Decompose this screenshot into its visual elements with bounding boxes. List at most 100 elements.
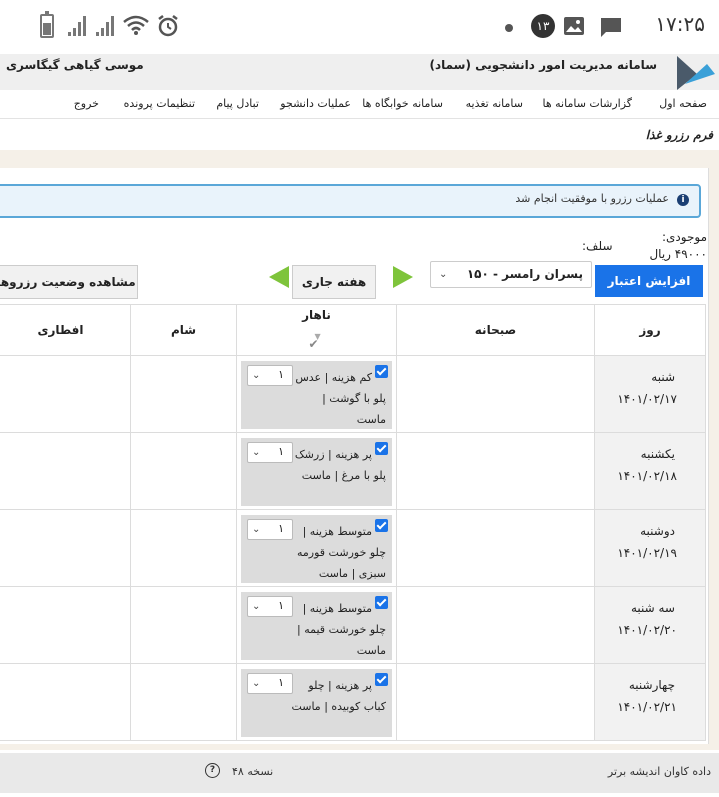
iftar-cell <box>0 355 131 433</box>
lunch-food: متوسط هزینه | چلو خورشت قورمه سبزی | ماس… <box>297 525 386 580</box>
table-row: چهارشنبه ۱۴۰۱/۰۲/۲۱ پر هزینه | چلو کباب … <box>0 663 706 741</box>
message-icon <box>601 18 621 37</box>
header-iftar: افطاری <box>0 304 131 356</box>
current-week-button[interactable]: هفته جاری <box>292 265 376 299</box>
day-cell: سه شنبه ۱۴۰۱/۰۲/۲۰ <box>594 586 706 664</box>
quantity-value: ۱ <box>278 676 284 689</box>
quantity-select[interactable]: ۱ ⌄ <box>247 596 293 617</box>
breakfast-cell <box>396 663 595 741</box>
chevron-down-icon: ⌄ <box>252 678 261 689</box>
notification-badge: ۱۳ <box>531 14 555 38</box>
notification-dot-icon <box>505 24 513 32</box>
menu-item-messages[interactable]: تبادل پیام <box>216 97 259 110</box>
menu-item-student-operations[interactable]: عملیات دانشجو <box>280 97 351 110</box>
day-cell: شنبه ۱۴۰۱/۰۲/۱۷ <box>594 355 706 433</box>
status-bar: ۱۳ ۱۷:۲۵ <box>0 0 719 54</box>
day-date: ۱۴۰۱/۰۲/۱۸ <box>617 469 677 483</box>
lunch-food: پر هزینه | زرشک پلو با مرغ | ماست <box>294 448 386 482</box>
footer-version: نسخه ۴۸ <box>232 765 274 778</box>
header-breakfast: صبحانه <box>396 304 595 356</box>
dinner-cell <box>130 509 237 587</box>
footer-company: داده کاوان اندیشه برتر <box>607 765 711 778</box>
header-dinner: شام <box>130 304 237 356</box>
header-day: روز <box>594 304 706 356</box>
quantity-select[interactable]: ۱ ⌄ <box>247 365 293 386</box>
lunch-reservation: پر هزینه | چلو کباب کوبیده | ماست ۱ ⌄ <box>241 669 392 737</box>
help-icon[interactable]: ? <box>205 763 220 778</box>
lunch-cell: پر هزینه | چلو کباب کوبیده | ماست ۱ ⌄ <box>236 663 397 741</box>
chevron-down-icon: ⌄ <box>252 447 261 458</box>
chevron-down-icon: ⌄ <box>439 269 448 280</box>
main-menu: صفحه اول گزارشات سامانه ها سامانه تغذیه … <box>0 90 719 119</box>
quantity-select[interactable]: ۱ ⌄ <box>247 442 293 463</box>
menu-item-food-system[interactable]: سامانه تغذیه <box>466 97 523 110</box>
day-name: شنبه <box>651 370 675 384</box>
balance-value: ۴۹۰۰۰ ریال <box>649 247 707 261</box>
chevron-down-icon: ⌄ <box>252 524 261 535</box>
breakfast-cell <box>396 509 595 587</box>
restaurant-selected-value: پسران رامسر - ۱۵۰ <box>466 267 583 281</box>
lunch-reservation: متوسط هزینه | چلو خورشت قیمه | ماست ۱ ⌄ <box>241 592 392 660</box>
table-row: شنبه ۱۴۰۱/۰۲/۱۷ کم هزینه | عدس پلو با گو… <box>0 355 706 433</box>
restaurant-select[interactable]: پسران رامسر - ۱۵۰ ⌄ <box>430 261 592 288</box>
day-date: ۱۴۰۱/۰۲/۲۰ <box>617 623 677 637</box>
alarm-icon <box>158 15 178 37</box>
table-row: سه شنبه ۱۴۰۱/۰۲/۲۰ متوسط هزینه | چلو خور… <box>0 586 706 664</box>
chevron-down-icon: ⌄ <box>252 370 261 381</box>
dinner-cell <box>130 432 237 510</box>
day-date: ۱۴۰۱/۰۲/۲۱ <box>617 700 677 714</box>
page-title: فرم رزرو غذا <box>645 128 713 142</box>
lunch-reservation: پر هزینه | زرشک پلو با مرغ | ماست ۱ ⌄ <box>241 438 392 506</box>
table-row: دوشنبه ۱۴۰۱/۰۲/۱۹ متوسط هزینه | چلو خورش… <box>0 509 706 587</box>
lunch-food: کم هزینه | عدس پلو با گوشت | ماست <box>295 371 386 426</box>
chevron-down-icon: ⌄ <box>252 601 261 612</box>
day-cell: چهارشنبه ۱۴۰۱/۰۲/۲۱ <box>594 663 706 741</box>
day-name: چهارشنبه <box>628 678 675 692</box>
day-date: ۱۴۰۱/۰۲/۱۷ <box>617 392 677 406</box>
table-header-row: روز صبحانه ناهار ▼ ✔ شام افطاری <box>0 304 706 356</box>
previous-week-arrow-icon[interactable] <box>269 266 289 288</box>
day-name: دوشنبه <box>640 524 675 538</box>
day-cell: دوشنبه ۱۴۰۱/۰۲/۱۹ <box>594 509 706 587</box>
day-name: سه شنبه <box>630 601 675 615</box>
breakfast-cell <box>396 355 595 433</box>
clock-time: ۱۷:۲۵ <box>655 12 705 36</box>
reservation-table: روز صبحانه ناهار ▼ ✔ شام افطاری شنبه ۱۴۰… <box>0 304 706 741</box>
menu-item-logout[interactable]: خروج <box>74 97 99 110</box>
logo-icon <box>677 56 715 90</box>
battery-icon <box>40 11 54 38</box>
menu-item-home[interactable]: صفحه اول <box>659 97 707 110</box>
quantity-select[interactable]: ۱ ⌄ <box>247 673 293 694</box>
header-lunch: ناهار ▼ ✔ <box>236 304 397 356</box>
dinner-cell <box>130 663 237 741</box>
day-name: یکشنبه <box>640 447 675 461</box>
quantity-select[interactable]: ۱ ⌄ <box>247 519 293 540</box>
wifi-icon <box>123 15 149 35</box>
iftar-cell <box>0 432 131 510</box>
iftar-cell <box>0 509 131 587</box>
menu-item-profile-settings[interactable]: تنظیمات پرونده <box>124 97 195 110</box>
signal-icon <box>96 16 118 36</box>
breakfast-cell <box>396 586 595 664</box>
breakfast-cell <box>396 432 595 510</box>
lunch-reservation: متوسط هزینه | چلو خورشت قورمه سبزی | ماس… <box>241 515 392 583</box>
quantity-value: ۱ <box>278 368 284 381</box>
iftar-cell <box>0 663 131 741</box>
footer: داده کاوان اندیشه برتر نسخه ۴۸ ? <box>0 753 719 793</box>
system-name: سامانه مدیریت امور دانشجویی (سماد) <box>429 58 657 72</box>
next-week-arrow-icon[interactable] <box>393 266 413 288</box>
day-date: ۱۴۰۱/۰۲/۱۹ <box>617 546 677 560</box>
view-reservations-button[interactable]: مشاهده وضعیت رزروها <box>0 265 138 299</box>
select-all-check-icon[interactable]: ✔ <box>309 337 319 351</box>
dinner-cell <box>130 355 237 433</box>
success-alert: i عملیات رزرو با موفقیت انجام شد <box>0 184 701 218</box>
increase-credit-button[interactable]: افزایش اعتبار <box>595 265 703 297</box>
lunch-cell: متوسط هزینه | چلو خورشت قورمه سبزی | ماس… <box>236 509 397 587</box>
alert-message: عملیات رزرو با موفقیت انجام شد <box>515 192 669 205</box>
iftar-cell <box>0 586 131 664</box>
menu-item-reports[interactable]: گزارشات سامانه ها <box>542 97 632 110</box>
lunch-cell: پر هزینه | زرشک پلو با مرغ | ماست ۱ ⌄ <box>236 432 397 510</box>
salaf-label: سلف: <box>582 239 613 253</box>
table-row: یکشنبه ۱۴۰۱/۰۲/۱۸ پر هزینه | زرشک پلو با… <box>0 432 706 510</box>
menu-item-dormitory-system[interactable]: سامانه خوابگاه ها <box>362 97 443 110</box>
